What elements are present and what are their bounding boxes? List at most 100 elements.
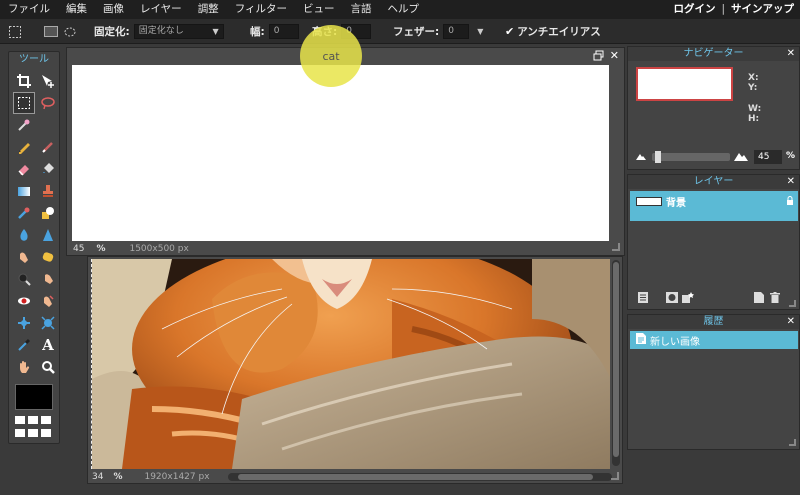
history-item[interactable]: 新しい画像	[630, 331, 798, 349]
menu-view[interactable]: ビュー	[295, 0, 343, 19]
close-panel-icon[interactable]: ✕	[787, 47, 795, 61]
marquee-tool-icon[interactable]	[8, 19, 22, 44]
layer-item[interactable]: 背景	[630, 191, 798, 221]
cat-photo[interactable]	[91, 259, 610, 469]
history-panel: 履歴 ✕ 新しい画像	[627, 314, 800, 450]
new-document-icon	[636, 333, 646, 347]
eraser-tool-icon[interactable]	[13, 158, 35, 180]
width-input[interactable]: 0	[268, 24, 299, 39]
tooltip-bubble: cat	[300, 25, 362, 87]
menu-image[interactable]: 画像	[95, 0, 132, 19]
blank-canvas[interactable]	[72, 65, 609, 241]
navigator-zoom-input[interactable]: 45	[754, 150, 782, 164]
y-label: Y:	[748, 83, 758, 93]
menu-adjust[interactable]: 調整	[190, 0, 227, 19]
layer-toolbar	[628, 291, 799, 307]
layer-mask-icon[interactable]	[666, 292, 678, 306]
horizontal-scrollbar[interactable]	[228, 473, 612, 481]
zoom-slider[interactable]	[652, 151, 730, 163]
antialias-label: アンチエイリアス	[517, 26, 601, 38]
zoom-in-mountain-icon[interactable]	[734, 150, 748, 165]
window-statusbar: 34 % 1920x1427 px	[88, 470, 624, 484]
zoom-tool-icon[interactable]	[37, 356, 59, 378]
navigator-panel: ナビゲーター ✕ X: Y: W: H: 45 %	[627, 46, 800, 170]
menu-language[interactable]: 言語	[342, 0, 379, 19]
w-label: W:	[748, 104, 762, 114]
navigator-zoom-row: 45 %	[636, 150, 796, 164]
grid-toggle-icon[interactable]	[15, 416, 53, 438]
restore-window-icon[interactable]	[593, 50, 604, 64]
ellipse-select-mode-icon[interactable]	[64, 27, 76, 37]
move-tool-icon[interactable]	[37, 70, 59, 92]
zoom-value[interactable]: 45	[73, 244, 84, 254]
h-label: H:	[748, 114, 760, 124]
resize-grip-icon[interactable]	[789, 300, 796, 307]
login-link[interactable]: ログイン	[673, 3, 715, 15]
pencil-tool-icon[interactable]	[13, 136, 35, 158]
antialias-checkbox[interactable]: ✔	[505, 25, 514, 38]
trash-icon[interactable]	[770, 292, 780, 306]
clone-stamp-tool-icon[interactable]	[37, 180, 59, 202]
magic-wand-tool-icon[interactable]	[13, 114, 35, 136]
close-panel-icon[interactable]: ✕	[787, 175, 795, 189]
layers-panel: レイヤー ✕ 背景	[627, 174, 800, 310]
resize-grip-icon[interactable]	[789, 439, 796, 446]
foreground-color-swatch[interactable]	[15, 384, 53, 410]
fixed-select[interactable]: 固定化なし ▼	[133, 24, 224, 39]
navigator-zoom-unit: %	[786, 151, 796, 161]
vertical-scrollbar[interactable]	[612, 260, 620, 466]
feather-input[interactable]: 0	[443, 24, 470, 39]
navigator-preview[interactable]	[636, 67, 733, 101]
rect-select-mode-icon[interactable]	[44, 26, 58, 37]
feather-label: フェザー:	[393, 26, 440, 38]
bloat-tool-icon[interactable]	[13, 312, 35, 334]
marquee-select-tool-icon[interactable]	[13, 92, 35, 114]
spot-heal-tool-icon[interactable]	[37, 290, 59, 312]
resize-grip-icon[interactable]	[611, 472, 619, 480]
tools-panel: ツール A	[8, 51, 60, 444]
window-statusbar: 45 % 1500x500 px	[67, 242, 626, 256]
zoom-out-mountain-icon[interactable]	[636, 151, 646, 164]
color-picker-tool-icon[interactable]	[13, 334, 35, 356]
burn-tool-icon[interactable]	[37, 268, 59, 290]
new-layer-icon[interactable]	[754, 292, 764, 306]
resize-grip-icon[interactable]	[612, 243, 620, 251]
layer-thumbnail	[636, 196, 662, 206]
zoom-unit: %	[96, 244, 106, 254]
tools-panel-title: ツール	[19, 54, 49, 65]
hand-tool-icon[interactable]	[13, 356, 35, 378]
menu-file[interactable]: ファイル	[0, 0, 58, 19]
dodge-tool-icon[interactable]	[13, 268, 35, 290]
brush-tool-icon[interactable]	[37, 136, 59, 158]
menu-layer[interactable]: レイヤー	[132, 0, 190, 19]
menu-edit[interactable]: 編集	[58, 0, 95, 19]
menu-bar: ファイル 編集 画像 レイヤー 調整 フィルター ビュー 言語 ヘルプ ログイン…	[0, 0, 800, 19]
red-eye-tool-icon[interactable]	[13, 290, 35, 312]
zoom-value[interactable]: 34	[92, 472, 103, 482]
crop-tool-icon[interactable]	[13, 70, 35, 92]
auth-separator: |	[721, 3, 725, 15]
feather-dropdown-icon[interactable]: ▼	[477, 27, 483, 36]
blur-tool-icon[interactable]	[13, 224, 35, 246]
sharpen-tool-icon[interactable]	[37, 224, 59, 246]
zoom-slider-handle[interactable]	[655, 151, 661, 163]
signup-link[interactable]: サインアップ	[731, 3, 794, 15]
gradient-tool-icon[interactable]	[13, 180, 35, 202]
shape-tool-icon[interactable]	[37, 202, 59, 224]
sponge-tool-icon[interactable]	[37, 246, 59, 268]
lasso-tool-icon[interactable]	[37, 92, 59, 114]
zoom-unit: %	[113, 472, 123, 482]
layer-style-icon[interactable]	[682, 292, 694, 306]
layer-settings-icon[interactable]	[638, 292, 648, 306]
paint-bucket-tool-icon[interactable]	[37, 158, 59, 180]
pinch-tool-icon[interactable]	[37, 312, 59, 334]
smudge-tool-icon[interactable]	[13, 246, 35, 268]
lock-icon[interactable]	[786, 195, 794, 208]
close-window-icon[interactable]: ✕	[610, 50, 619, 64]
menu-help[interactable]: ヘルプ	[379, 0, 427, 19]
menu-filter[interactable]: フィルター	[227, 0, 295, 19]
type-tool-icon[interactable]: A	[37, 334, 59, 356]
auth-links: ログイン | サインアップ	[673, 0, 794, 19]
close-panel-icon[interactable]: ✕	[787, 315, 795, 329]
color-replace-tool-icon[interactable]	[13, 202, 35, 224]
